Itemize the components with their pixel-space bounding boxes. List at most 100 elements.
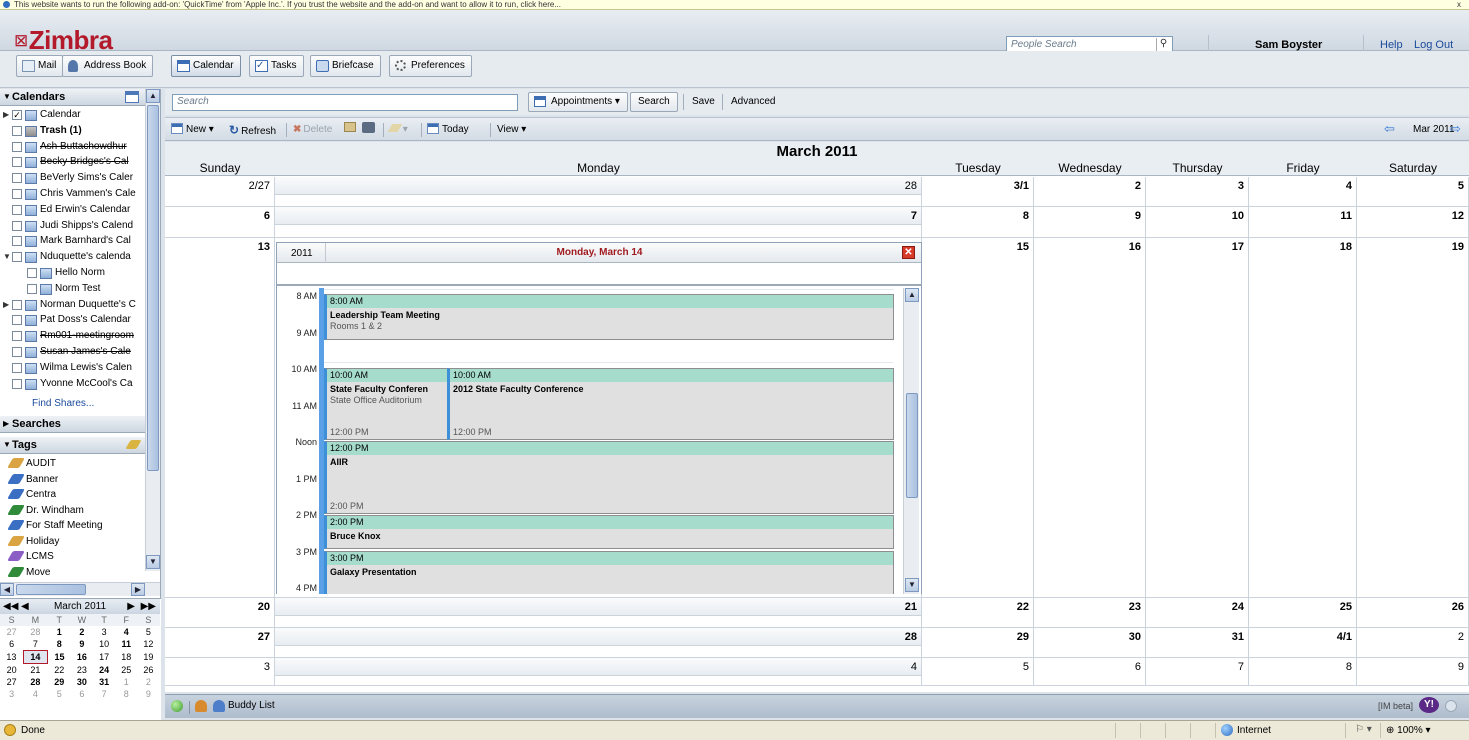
day-number[interactable]: 30 [1129,631,1141,643]
calendar-item[interactable]: Hello Norm [0,266,145,281]
calendar-checkbox[interactable] [12,236,22,247]
mini-calendar-day[interactable]: 10 [93,638,115,651]
next-year-icon[interactable]: ▶▶ [141,599,156,614]
day-cell[interactable]: 2/27 [165,177,275,207]
today-button[interactable]: Today [427,122,469,138]
mini-calendar-day[interactable]: 20 [0,664,23,677]
mini-calendar-day[interactable]: 1 [115,676,137,688]
tag-item[interactable]: Move [0,565,145,580]
appointment-state-faculty-conference[interactable]: 10:00 AM State Faculty Conferen State Of… [324,368,449,440]
calendar-checkbox[interactable] [12,347,22,357]
calendar-checkbox[interactable] [12,189,22,199]
save-search-button[interactable]: Save [692,95,715,109]
tag-item[interactable]: Banner [0,472,145,487]
day-number[interactable]: 2/27 [249,180,270,192]
day-number[interactable]: 28 [905,180,917,192]
calendar-checkbox[interactable] [12,378,22,389]
scroll-down-arrow-icon[interactable]: ▼ [146,555,160,569]
day-number[interactable]: 28 [905,631,917,643]
collapse-triangle-icon[interactable]: ▼ [3,437,11,453]
calendar-item[interactable]: Yvonne McCool's Ca [0,377,145,392]
day-cell[interactable]: 27 [165,628,275,658]
day-cell[interactable]: 2 [1034,177,1146,207]
mini-calendar-day[interactable]: 28 [23,626,47,638]
calendar-item[interactable]: ▶ ✓ Calendar [0,108,145,123]
day-cell[interactable]: 4 [275,658,922,686]
day-number[interactable]: 3 [1238,180,1244,192]
scroll-right-arrow-icon[interactable]: ▶ [131,583,145,596]
day-number[interactable]: 11 [1340,210,1352,222]
day-cell[interactable]: 8 [922,207,1034,238]
day-number[interactable]: 24 [1232,601,1244,613]
day-cell[interactable]: 6 [1034,658,1146,686]
mini-calendar-day[interactable]: 23 [71,664,93,677]
refresh-button[interactable]: ↻ Refresh [229,122,276,140]
tab-address-book[interactable]: Address Book [62,55,154,77]
day-cell[interactable]: 12 [1357,207,1469,238]
day-number[interactable]: 3 [264,661,270,673]
expand-triangle-icon[interactable]: ▶ [3,416,9,432]
mini-calendar-day[interactable]: 26 [137,664,159,677]
day-cell[interactable]: 30 [1034,628,1146,658]
tab-calendar[interactable]: Calendar [171,55,241,77]
day-cell[interactable]: 3/1 [922,177,1034,207]
mini-calendar-day[interactable]: 2 [137,676,159,688]
yahoo-messenger-icon[interactable]: Y! [1419,697,1439,713]
calendar-item[interactable]: Mark Barnhard's Cal [0,234,145,249]
day-number[interactable]: 9 [1135,210,1141,222]
day-cell[interactable]: 9 [1357,658,1469,686]
calendar-item[interactable]: Judi Shipps's Calend [0,219,145,234]
calendar-checkbox[interactable] [12,125,22,136]
close-icon[interactable]: ✕ [902,246,915,259]
calendar-item[interactable]: Trash (1) [0,124,145,139]
day-cell[interactable]: 10 [1146,207,1249,238]
day-number[interactable]: 10 [1232,210,1244,222]
tag-item[interactable]: LCMS [0,549,145,564]
calendar-item[interactable]: Becky Bridges's Cal [0,155,145,170]
tab-tasks[interactable]: ✓ Tasks [249,55,304,77]
mini-calendar-day[interactable]: 3 [0,688,23,700]
mini-calendar-day[interactable]: 16 [71,651,93,664]
expand-arrow-icon[interactable]: ▼ [3,250,11,264]
calendar-item[interactable]: Chris Vammen's Cale [0,187,145,202]
calendar-checkbox[interactable] [12,173,22,184]
day-number[interactable]: 22 [1017,601,1029,613]
mini-calendar-day[interactable]: 3 [93,626,115,638]
calendar-checkbox[interactable] [12,157,22,168]
day-cell[interactable]: 6 [165,207,275,238]
day-number[interactable]: 7 [911,210,917,222]
new-calendar-icon[interactable] [125,91,139,103]
presence-status-icon[interactable] [171,700,183,712]
tag-item[interactable]: For Staff Meeting [0,518,145,533]
appointment-bruce-knox[interactable]: 2:00 PM Bruce Knox [324,515,894,549]
mini-calendar-day[interactable]: 6 [71,688,93,700]
search-type-dropdown[interactable]: Appointments ▾ [528,92,628,112]
next-month-arrow-icon[interactable]: ⇨ [1450,122,1461,136]
mini-calendar-day[interactable]: 5 [137,626,159,638]
day-cell[interactable]: 5 [1357,177,1469,207]
day-number[interactable]: 29 [1017,631,1029,643]
day-number[interactable]: 9 [1458,661,1464,673]
day-cell[interactable]: 4/1 [1249,628,1357,658]
mini-calendar-day[interactable]: 29 [48,676,71,688]
day-cell[interactable]: 13 [165,238,275,598]
calendar-checkbox[interactable] [12,331,22,342]
tab-briefcase[interactable]: Briefcase [310,55,381,77]
day-cell[interactable]: 20 [165,598,275,628]
scroll-left-arrow-icon[interactable]: ◀ [0,583,14,596]
day-cell[interactable]: 7 [275,207,922,238]
day-number[interactable]: 17 [1232,241,1244,253]
collapse-triangle-icon[interactable]: ▼ [3,89,11,105]
calendar-checkbox[interactable] [12,299,22,310]
day-cell[interactable]: 31 [1146,628,1249,658]
day-cell[interactable]: 3 [1146,177,1249,207]
day-number[interactable]: 8 [1023,210,1029,222]
day-cell[interactable]: 9 [1034,207,1146,238]
print-button[interactable] [362,122,375,139]
day-number[interactable]: 3/1 [1014,180,1029,192]
close-icon[interactable]: x [1457,0,1461,9]
mini-calendar-day[interactable]: 2 [71,626,93,638]
day-cell[interactable]: 19 [1357,238,1469,598]
day-number[interactable]: 25 [1340,601,1352,613]
day-number[interactable]: 19 [1452,241,1464,253]
